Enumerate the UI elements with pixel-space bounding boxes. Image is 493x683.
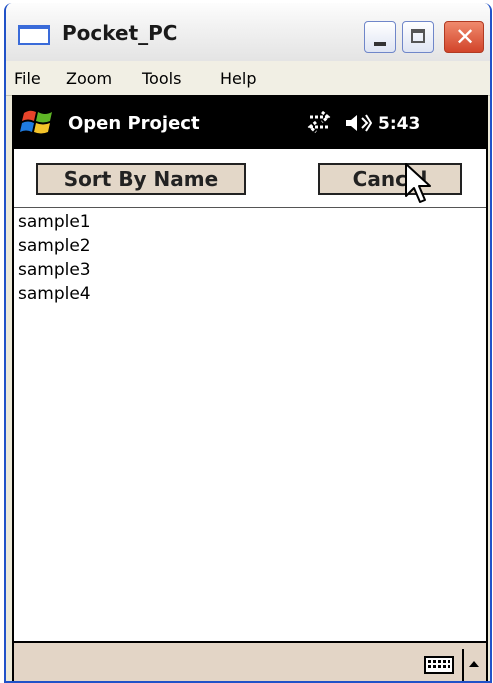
- close-icon: ✕: [454, 23, 476, 51]
- sip-toggle[interactable]: [462, 649, 484, 681]
- close-button[interactable]: ✕: [444, 21, 484, 53]
- minimize-button[interactable]: [364, 21, 396, 53]
- mouse-cursor-icon: [405, 163, 431, 203]
- menu-bar: File Zoom Tools Help: [6, 61, 490, 96]
- bottom-menu-bar: [14, 641, 486, 681]
- speaker-icon[interactable]: [344, 112, 372, 134]
- maximize-button[interactable]: [402, 21, 434, 53]
- menu-tools[interactable]: Tools: [142, 69, 181, 88]
- menu-help[interactable]: Help: [220, 69, 256, 88]
- window-app-icon: [18, 25, 50, 45]
- keyboard-icon[interactable]: [424, 655, 454, 675]
- list-item[interactable]: sample2: [18, 236, 91, 256]
- menu-zoom[interactable]: Zoom: [66, 69, 112, 88]
- menu-file[interactable]: File: [14, 69, 41, 88]
- list-item[interactable]: sample1: [18, 212, 91, 232]
- clock-time[interactable]: 5:43: [378, 114, 420, 134]
- sip-up-arrow-icon: [469, 661, 479, 667]
- title-bar[interactable]: Pocket_PC ✕: [6, 3, 490, 62]
- emulator-window: Pocket_PC ✕ File Zoom Tools Help Open Pr…: [4, 3, 492, 683]
- window-title: Pocket_PC: [62, 21, 178, 45]
- list-item[interactable]: sample3: [18, 260, 91, 280]
- project-list: sample1 sample2 sample3 sample4: [14, 207, 486, 642]
- screen-title: Open Project: [68, 113, 200, 134]
- cancel-button[interactable]: Cancel: [318, 163, 462, 195]
- sort-by-name-button[interactable]: Sort By Name: [36, 163, 246, 195]
- navigation-bar: Open Project 5:43: [14, 95, 486, 149]
- windows-start-icon[interactable]: [20, 107, 56, 137]
- connectivity-icon[interactable]: [304, 111, 334, 133]
- list-item[interactable]: sample4: [18, 284, 91, 304]
